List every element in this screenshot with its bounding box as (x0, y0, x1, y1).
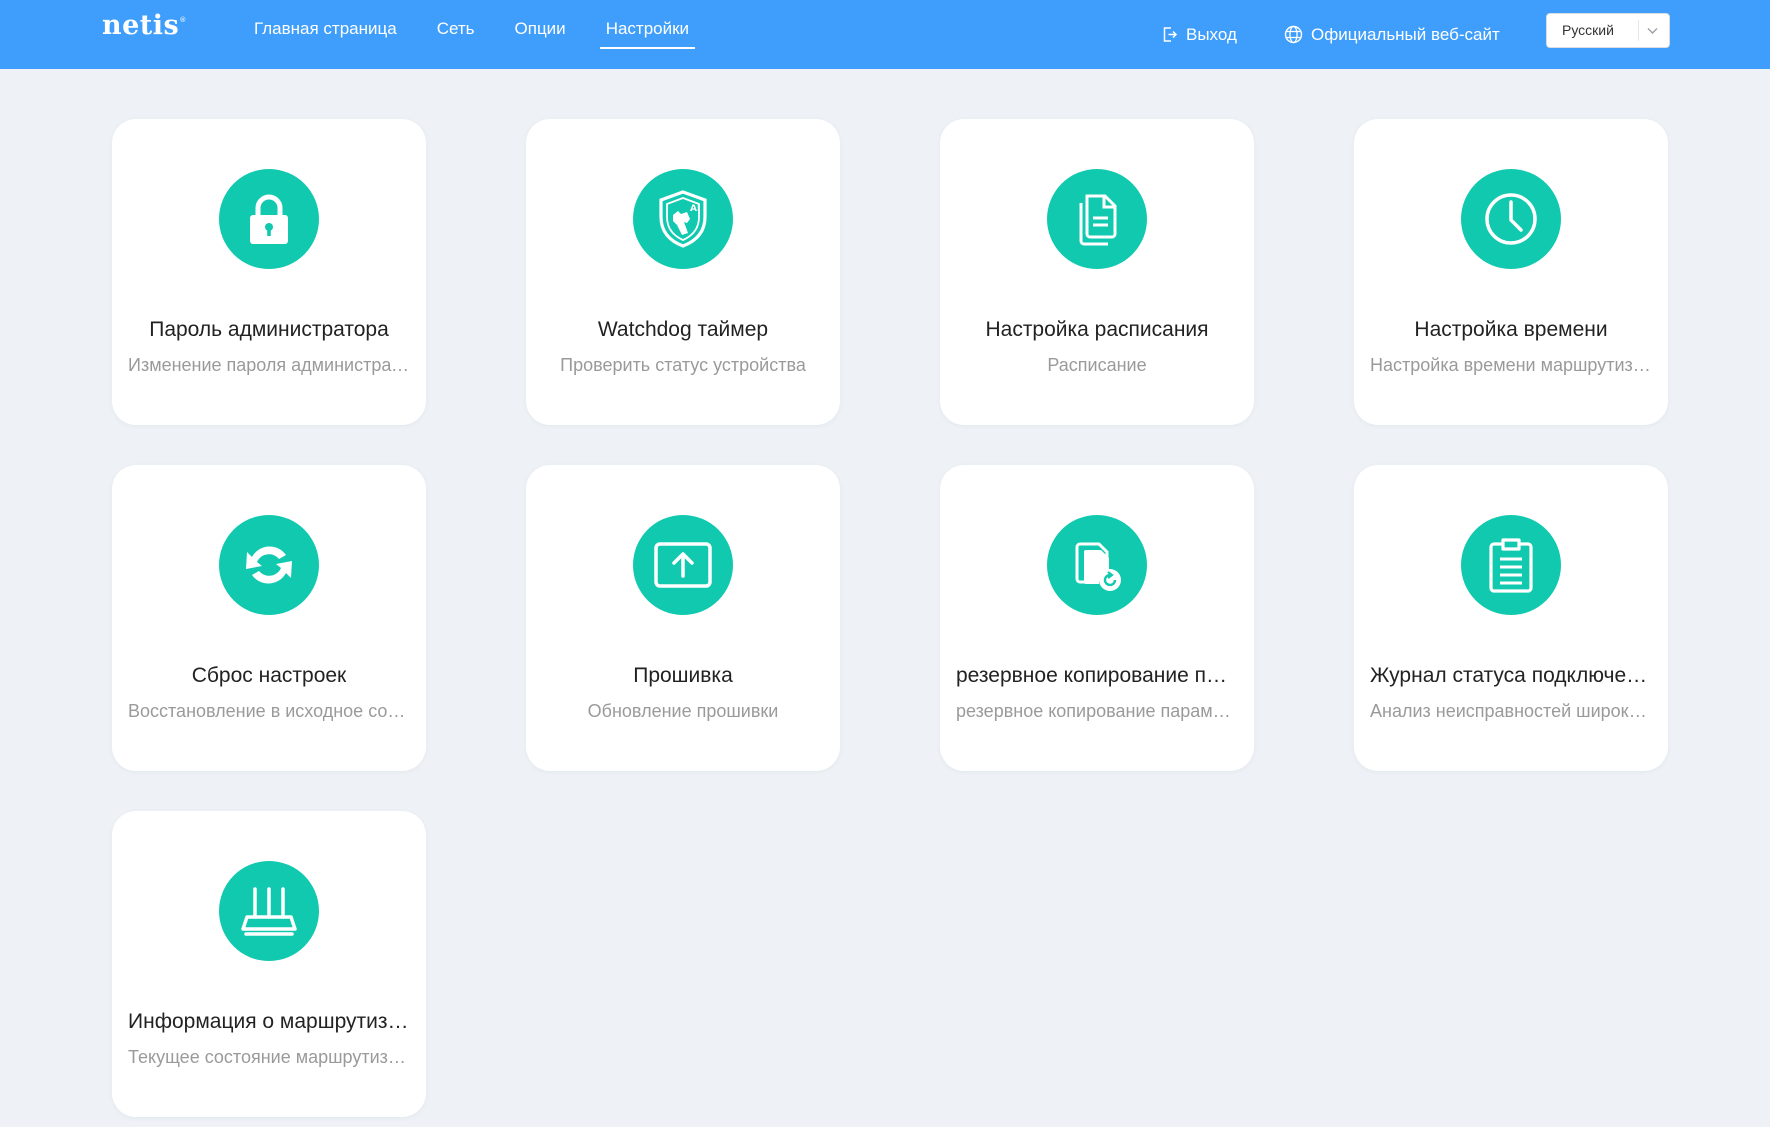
router-icon (219, 861, 319, 961)
card-firmware[interactable]: Прошивка Обновление прошивки (526, 465, 840, 771)
watchdog-shield-icon: AI (633, 169, 733, 269)
card-subtitle: Анализ неисправностей широкополосного до… (1370, 701, 1652, 721)
nav-item-options[interactable]: Опции (509, 0, 572, 69)
settings-card-grid: Пароль администратора Изменение пароля а… (112, 119, 1668, 1117)
card-watchdog-timer[interactable]: AI Watchdog таймер Проверить статус устр… (526, 119, 840, 425)
card-subtitle: Изменение пароля администратора (128, 355, 410, 375)
card-subtitle: Расписание (1047, 355, 1147, 375)
card-title: Пароль администратора (149, 318, 389, 341)
card-admin-password[interactable]: Пароль администратора Изменение пароля а… (112, 119, 426, 425)
reset-arrows-icon (219, 515, 319, 615)
logout-icon (1163, 27, 1178, 42)
card-subtitle: резервное копирование параметров (956, 701, 1238, 721)
card-title: Настройка времени (1414, 318, 1608, 341)
card-factory-reset[interactable]: Сброс настроек Восстановление в исходное… (112, 465, 426, 771)
chevron-down-icon (1647, 28, 1658, 34)
clipboard-log-icon (1461, 515, 1561, 615)
card-subtitle: Текущее состояние маршрутизатора (128, 1047, 410, 1067)
logo-text: netis (102, 10, 180, 41)
netis-logo[interactable]: netis® (102, 10, 187, 41)
logout-label: Выход (1186, 24, 1237, 44)
logout-link[interactable]: Выход (1162, 0, 1237, 69)
nav-item-network[interactable]: Сеть (431, 0, 481, 69)
schedule-document-icon (1047, 169, 1147, 269)
card-title: Прошивка (633, 664, 733, 687)
lock-icon (219, 169, 319, 269)
globe-icon (1284, 25, 1303, 44)
card-title: Настройка расписания (985, 318, 1209, 341)
card-backup-settings[interactable]: резервное копирование параметров резервн… (940, 465, 1254, 771)
clock-icon (1461, 169, 1561, 269)
top-navigation-bar: netis® Главная страница Сеть Опции Настр… (0, 0, 1770, 69)
language-select[interactable]: Русский (1546, 13, 1670, 48)
card-subtitle: Обновление прошивки (587, 701, 779, 721)
nav-item-settings[interactable]: Настройки (599, 0, 696, 69)
select-divider (1638, 20, 1639, 41)
official-website-link[interactable]: Официальный веб-сайт (1284, 0, 1500, 69)
card-subtitle: Восстановление в исходное состояние (128, 701, 410, 721)
card-time-settings[interactable]: Настройка времени Настройка времени марш… (1354, 119, 1668, 425)
card-schedule-settings[interactable]: Настройка расписания Расписание (940, 119, 1254, 425)
card-title: резервное копирование параметров (956, 664, 1238, 687)
card-title: Информация о маршрутизаторе (128, 1010, 410, 1033)
backup-files-icon (1047, 515, 1147, 615)
nav-item-home[interactable]: Главная страница (248, 0, 403, 69)
card-title: Watchdog таймер (597, 318, 769, 341)
card-subtitle: Проверить статус устройства (560, 355, 806, 375)
main-nav: Главная страница Сеть Опции Настройки (248, 0, 723, 69)
firmware-upload-icon (633, 515, 733, 615)
card-connection-status-log[interactable]: Журнал статуса подключения Анализ неиспр… (1354, 465, 1668, 771)
card-subtitle: Настройка времени маршрутизатора (1370, 355, 1652, 375)
language-select-value: Русский (1562, 22, 1614, 38)
logo-registered-mark: ® (179, 16, 187, 24)
card-router-info[interactable]: Информация о маршрутизаторе Текущее сост… (112, 811, 426, 1117)
card-title: Журнал статуса подключения (1370, 664, 1652, 687)
official-website-label: Официальный веб-сайт (1311, 24, 1500, 44)
card-title: Сброс настроек (191, 664, 347, 687)
svg-text:AI: AI (690, 204, 700, 214)
